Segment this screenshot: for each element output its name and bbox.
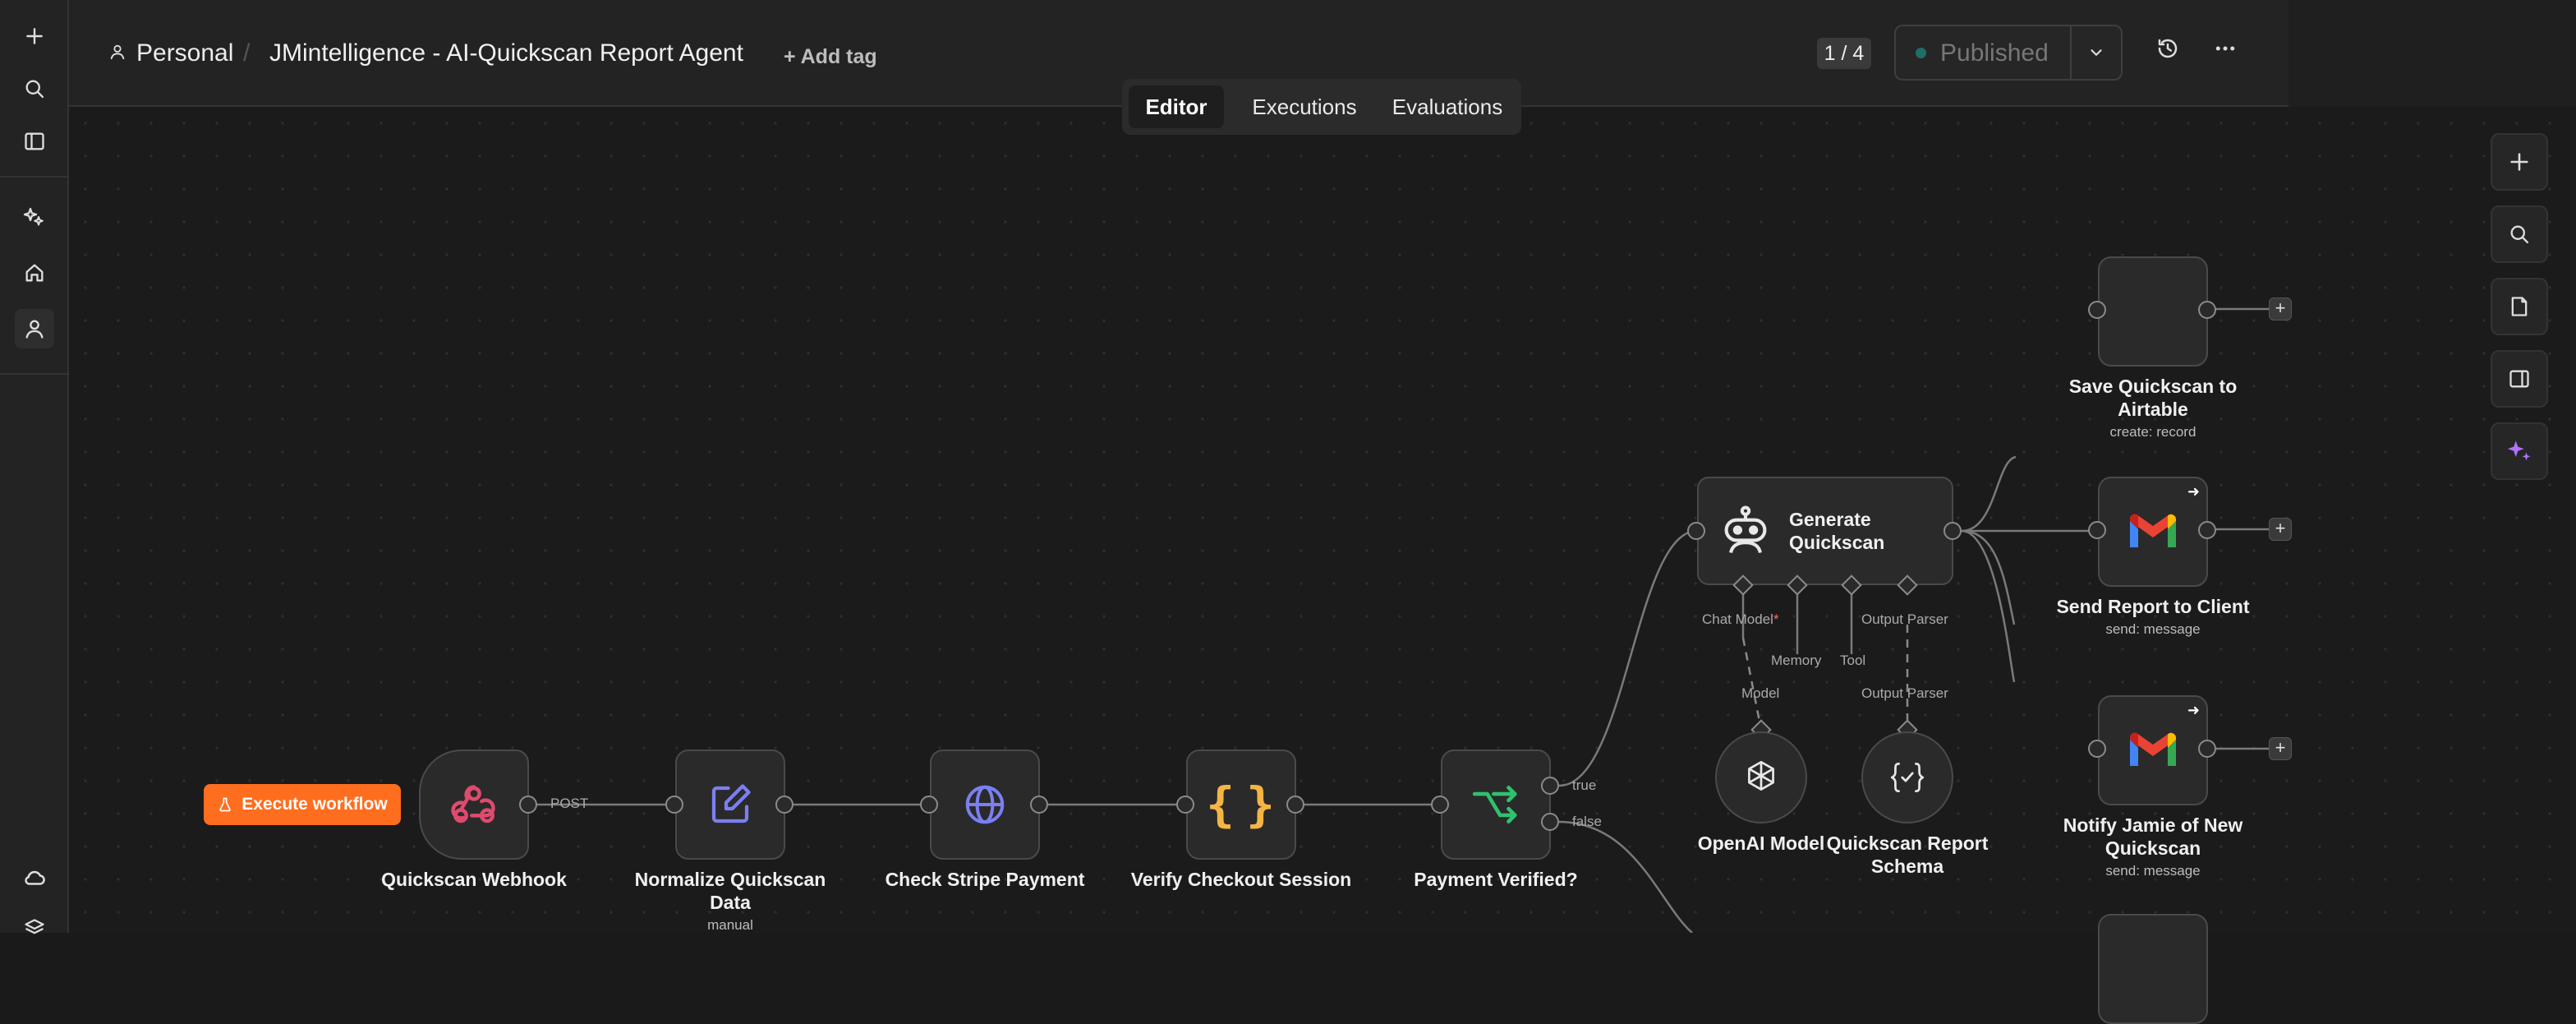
node-label-webhook: Quickscan Webhook	[381, 869, 567, 890]
connection-openai-agent	[1741, 637, 1763, 731]
port-label-tool: Tool	[1840, 653, 1866, 668]
node-label-notify: Notify Jamie of New Quickscan	[2063, 814, 2243, 859]
arrow-right-icon: ➜	[2187, 483, 2200, 500]
node-label-agent: Generate Quickscan	[1789, 509, 1885, 553]
output-port[interactable]	[519, 796, 537, 814]
add-node-plus-icon[interactable]: +	[2269, 737, 2292, 760]
link-label-model: Model	[1741, 685, 1780, 701]
execute-workflow-button[interactable]: Execute workflow	[204, 784, 401, 825]
output-port-true[interactable]	[1541, 777, 1559, 795]
output-port[interactable]	[2198, 740, 2216, 758]
node-subtitle-normalize: manual	[707, 917, 753, 933]
globe-icon	[965, 785, 1005, 824]
node-label-send-report: Send Report to Client	[2056, 596, 2250, 617]
input-port[interactable]	[1176, 796, 1194, 814]
connection-agent-out-3	[1961, 529, 2016, 625]
sticky-note-icon[interactable]	[2491, 278, 2548, 335]
node-check-stripe-payment[interactable]	[930, 750, 1040, 860]
input-port[interactable]	[2088, 740, 2106, 758]
output-port[interactable]	[1030, 796, 1048, 814]
webhook-icon	[451, 785, 495, 823]
if-branch-icon	[1472, 786, 1517, 823]
node-subtitle-send-report: send: message	[2105, 621, 2201, 637]
node-label-verify: Verify Checkout Session	[1130, 869, 1352, 890]
node-label-normalize: Normalize Quickscan Data	[634, 869, 826, 913]
input-port[interactable]	[1431, 796, 1449, 814]
schema-braces-icon	[1890, 762, 1925, 793]
openai-icon	[1748, 760, 1774, 791]
output-port[interactable]	[1286, 796, 1304, 814]
output-port[interactable]	[2198, 521, 2216, 539]
node-label-schema: Quickscan Report Schema	[1826, 833, 1989, 877]
link-label-output-parser: Output Parser	[1861, 685, 1948, 701]
output-port-false[interactable]	[1541, 813, 1559, 831]
output-port[interactable]	[1944, 522, 1962, 540]
input-port[interactable]	[665, 796, 683, 814]
flask-icon	[219, 797, 232, 812]
gmail-icon	[2129, 732, 2177, 766]
node-verify-checkout-session[interactable]: {}	[1186, 750, 1296, 860]
add-node-plus-icon[interactable]: +	[2269, 298, 2292, 321]
output-port[interactable]	[775, 796, 794, 814]
gmail-icon	[2129, 514, 2177, 547]
input-port[interactable]	[920, 796, 938, 814]
required-mark: *	[1773, 611, 1779, 627]
node-label-airtable: Save Quickscan to Airtable	[2068, 376, 2238, 420]
connection-if-agent	[1558, 529, 1698, 787]
node-openai-model[interactable]	[1715, 731, 1807, 823]
node-save-quickscan-to-airtable[interactable]	[2098, 256, 2208, 367]
arrow-right-icon: ➜	[2187, 702, 2200, 718]
node-subtitle-notify: send: message	[2105, 863, 2201, 879]
port-label-output-parser: Output Parser	[1861, 611, 1948, 627]
node-send-report-to-client[interactable]: ➜	[2098, 477, 2208, 587]
input-port[interactable]	[1687, 522, 1705, 540]
add-node-plus-icon[interactable]: +	[2269, 518, 2292, 541]
connection-agent-out-4	[1961, 529, 2016, 683]
node-payment-verified[interactable]	[1441, 750, 1551, 860]
input-port[interactable]	[2088, 521, 2106, 539]
node-label-stripe: Check Stripe Payment	[885, 869, 1085, 890]
ai-assistant-icon[interactable]	[2491, 422, 2548, 480]
node-partial-bottom[interactable]	[2098, 914, 2208, 1024]
input-port[interactable]	[2088, 301, 2106, 319]
branch-label-false: false	[1572, 814, 1602, 829]
branch-label-true: true	[1572, 777, 1597, 793]
connection-label-post: POST	[550, 796, 589, 811]
node-subtitle-airtable: create: record	[2109, 424, 2196, 440]
search-nodes-icon[interactable]	[2491, 205, 2548, 263]
node-normalize-quickscan-data[interactable]	[675, 750, 785, 860]
connection-agent-out-1	[1961, 455, 2017, 533]
node-quickscan-report-schema[interactable]	[1861, 731, 1953, 823]
edit-icon	[711, 784, 751, 823]
robot-icon	[1724, 505, 1767, 554]
node-quickscan-webhook[interactable]	[419, 750, 529, 860]
node-notify-jamie[interactable]: ➜	[2098, 695, 2208, 805]
port-label-chat-model-text: Chat Model	[1702, 611, 1773, 627]
execute-workflow-label: Execute workflow	[242, 795, 388, 814]
output-port[interactable]	[2198, 301, 2216, 319]
code-braces-icon: {}	[1206, 777, 1286, 833]
node-generate-quickscan[interactable]: Generate Quickscan	[1697, 477, 1953, 585]
add-node-icon[interactable]	[2491, 133, 2548, 191]
toggle-panel-icon[interactable]	[2491, 350, 2548, 408]
port-label-chat-model: Chat Model*	[1702, 611, 1779, 628]
port-label-memory: Memory	[1771, 653, 1822, 668]
node-label-if: Payment Verified?	[1414, 869, 1578, 890]
